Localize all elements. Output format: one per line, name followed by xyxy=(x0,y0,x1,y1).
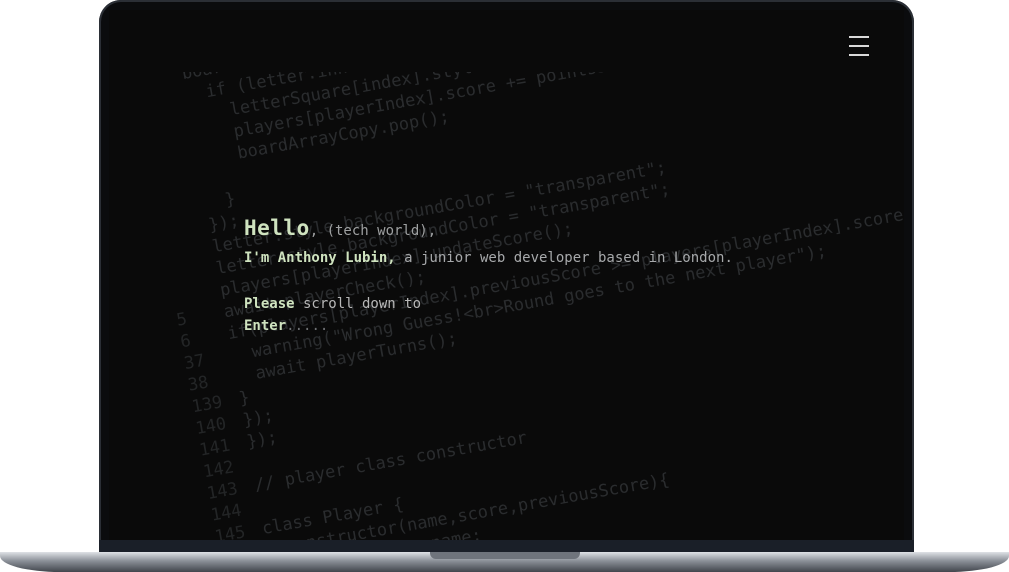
scroll-instruction: Please scroll down to xyxy=(244,296,884,312)
code-line-text: } xyxy=(237,387,252,409)
hero-text: Hello , (tech world), I'm Anthony Lubin,… xyxy=(244,216,884,334)
greeting-subtext: , (tech world), xyxy=(309,223,437,239)
greeting-line: Hello , (tech world), xyxy=(244,216,884,246)
hamburger-menu-icon[interactable] xyxy=(849,36,869,56)
please-word: Please xyxy=(244,296,295,312)
intro-line: I'm Anthony Lubin, a junior web develope… xyxy=(244,250,884,266)
hello-heading: Hello xyxy=(244,216,310,240)
author-name: I'm Anthony Lubin, xyxy=(244,250,396,266)
laptop-notch xyxy=(430,552,580,559)
laptop-lid: players[playerIndex].forEach((index) => … xyxy=(99,0,914,556)
top-nav-bar xyxy=(109,10,904,72)
laptop-screen: players[playerIndex].forEach((index) => … xyxy=(109,10,904,540)
intro-text: a junior web developer based in London. xyxy=(395,250,733,266)
laptop-mockup: players[playerIndex].forEach((index) => … xyxy=(0,0,1009,572)
enter-line: Enter..... xyxy=(244,318,884,334)
code-line-text: }); xyxy=(245,427,279,453)
scroll-text: scroll down to xyxy=(294,296,422,312)
enter-link[interactable]: Enter xyxy=(244,318,286,334)
enter-dots: ..... xyxy=(286,318,329,334)
